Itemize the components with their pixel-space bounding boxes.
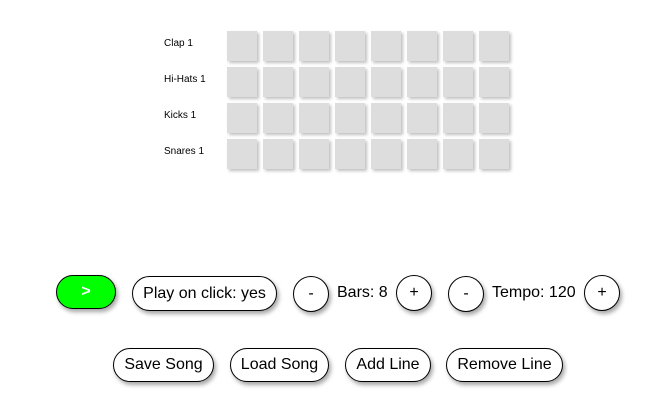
step-cell[interactable] (407, 139, 437, 169)
step-cell[interactable] (299, 31, 329, 61)
track-row-hi-hats (227, 67, 515, 97)
track-label-clap: Clap 1 (164, 38, 193, 49)
step-cell[interactable] (371, 31, 401, 61)
step-cell[interactable] (407, 31, 437, 61)
step-cell[interactable] (227, 139, 257, 169)
save-song-button[interactable]: Save Song (113, 348, 214, 382)
track-row-clap (227, 31, 515, 61)
step-cell[interactable] (371, 103, 401, 133)
bars-value: Bars: 8 (337, 284, 388, 301)
step-cell[interactable] (443, 139, 473, 169)
track-label-kicks: Kicks 1 (164, 110, 197, 121)
tempo-value: Tempo: 120 (492, 284, 576, 301)
track-label-hi-hats: Hi-Hats 1 (164, 74, 206, 85)
step-cell[interactable] (263, 103, 293, 133)
play-on-click-toggle[interactable]: Play on click: yes (132, 276, 277, 311)
step-cell[interactable] (443, 103, 473, 133)
add-line-button[interactable]: Add Line (345, 348, 431, 382)
step-cell[interactable] (479, 139, 509, 169)
step-cell[interactable] (227, 31, 257, 61)
step-cell[interactable] (299, 139, 329, 169)
step-cell[interactable] (335, 31, 365, 61)
step-cell[interactable] (299, 67, 329, 97)
tempo-decrease-button[interactable]: - (448, 276, 484, 312)
step-cell[interactable] (335, 103, 365, 133)
step-cell[interactable] (371, 67, 401, 97)
step-cell[interactable] (263, 139, 293, 169)
step-cell[interactable] (479, 67, 509, 97)
step-cell[interactable] (263, 31, 293, 61)
bars-decrease-button[interactable]: - (293, 276, 329, 312)
remove-line-button[interactable]: Remove Line (446, 348, 563, 382)
step-cell[interactable] (407, 103, 437, 133)
step-cell[interactable] (443, 31, 473, 61)
step-cell[interactable] (263, 67, 293, 97)
step-cell[interactable] (371, 139, 401, 169)
track-row-kicks (227, 103, 515, 133)
track-row-snares (227, 139, 515, 169)
play-button[interactable]: > (56, 275, 116, 309)
step-cell[interactable] (335, 139, 365, 169)
step-cell[interactable] (299, 103, 329, 133)
step-cell[interactable] (407, 67, 437, 97)
step-cell[interactable] (227, 103, 257, 133)
track-label-snares: Snares 1 (164, 146, 205, 157)
step-cell[interactable] (443, 67, 473, 97)
step-cell[interactable] (335, 67, 365, 97)
bars-increase-button[interactable]: + (396, 275, 432, 311)
step-cell[interactable] (479, 103, 509, 133)
step-cell[interactable] (227, 67, 257, 97)
step-cell[interactable] (479, 31, 509, 61)
load-song-button[interactable]: Load Song (230, 348, 329, 382)
tempo-increase-button[interactable]: + (584, 275, 620, 311)
